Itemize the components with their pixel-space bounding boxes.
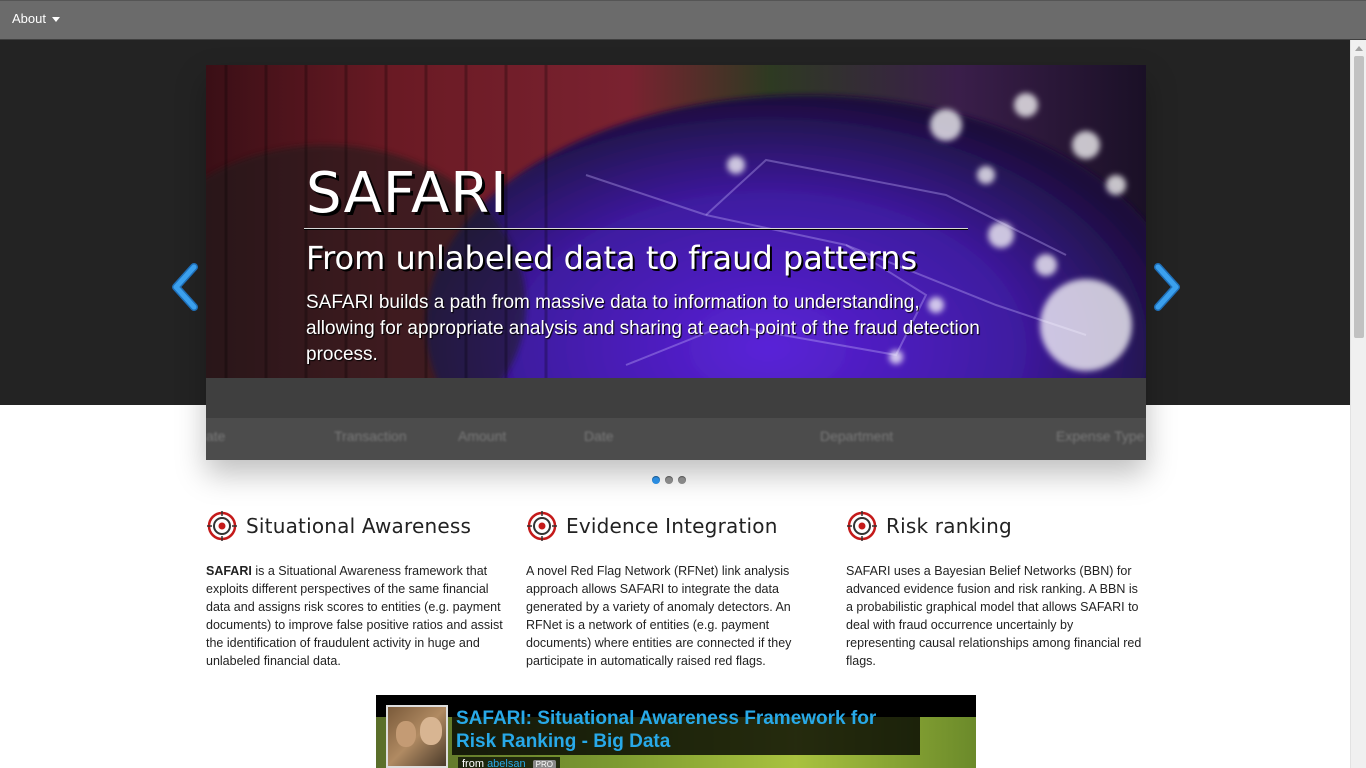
- feature-evidence-integration: Evidence Integration A novel Red Flag Ne…: [526, 508, 826, 670]
- feature-description: A novel Red Flag Network (RFNet) link an…: [526, 564, 792, 668]
- video-title-link[interactable]: SAFARI: Situational Awareness Framework …: [456, 707, 916, 753]
- carousel-slide: ate Transaction Amount Date Department E…: [206, 65, 1146, 460]
- table-column-label: Department: [820, 428, 894, 444]
- feature-situational-awareness: Situational Awareness SAFARI is a Situat…: [206, 508, 506, 670]
- feature-risk-ranking: Risk ranking SAFARI uses a Bayesian Beli…: [846, 508, 1146, 670]
- slide-title: SAFARI: [306, 161, 508, 226]
- target-icon: [207, 511, 237, 541]
- pro-badge: PRO: [532, 760, 557, 768]
- table-column-label: Transaction: [334, 428, 407, 444]
- blurred-table-preview: ate Transaction Amount Date Department E…: [206, 378, 1146, 460]
- video-embed[interactable]: SAFARI: Situational Awareness Framework …: [376, 695, 976, 768]
- target-icon: [527, 511, 557, 541]
- top-navbar: About: [0, 0, 1366, 40]
- chevron-down-icon: [51, 16, 60, 22]
- feature-lead: SAFARI: [206, 564, 252, 578]
- slide-description: SAFARI builds a path from massive data t…: [306, 292, 980, 365]
- video-author-portrait[interactable]: [386, 705, 448, 768]
- slide-divider: [304, 228, 968, 229]
- table-column-label: Amount: [458, 428, 507, 444]
- carousel-dot-3[interactable]: [678, 476, 686, 484]
- about-menu[interactable]: About: [12, 11, 60, 26]
- feature-title: Risk ranking: [886, 514, 1012, 538]
- scroll-up-arrow-icon[interactable]: [1355, 46, 1363, 51]
- video-byline: from abelsan PRO: [458, 757, 561, 768]
- scrollbar-thumb[interactable]: [1354, 56, 1364, 338]
- carousel-prev-arrow-icon[interactable]: [170, 263, 200, 311]
- feature-title: Evidence Integration: [566, 514, 778, 538]
- feature-description: SAFARI uses a Bayesian Belief Networks (…: [846, 564, 1142, 668]
- video-author-link[interactable]: abelsan: [487, 758, 526, 768]
- slide-subtitle: From unlabeled data to fraud patterns: [306, 239, 918, 277]
- target-icon: [847, 511, 877, 541]
- carousel-indicators: [652, 476, 686, 484]
- page-scrollbar[interactable]: [1350, 40, 1366, 768]
- video-title-box: SAFARI: Situational Awareness Framework …: [452, 705, 920, 755]
- feature-title: Situational Awareness: [246, 514, 472, 538]
- about-menu-label: About: [12, 11, 46, 26]
- feature-description: SAFARI is a Situational Awareness framew…: [206, 564, 503, 668]
- carousel-dot-1[interactable]: [652, 476, 660, 484]
- table-column-label: Date: [584, 428, 614, 444]
- carousel-next-arrow-icon[interactable]: [1152, 263, 1182, 311]
- table-column-label: Expense Type: [1056, 428, 1145, 444]
- carousel-dot-2[interactable]: [665, 476, 673, 484]
- table-column-label: ate: [206, 428, 226, 444]
